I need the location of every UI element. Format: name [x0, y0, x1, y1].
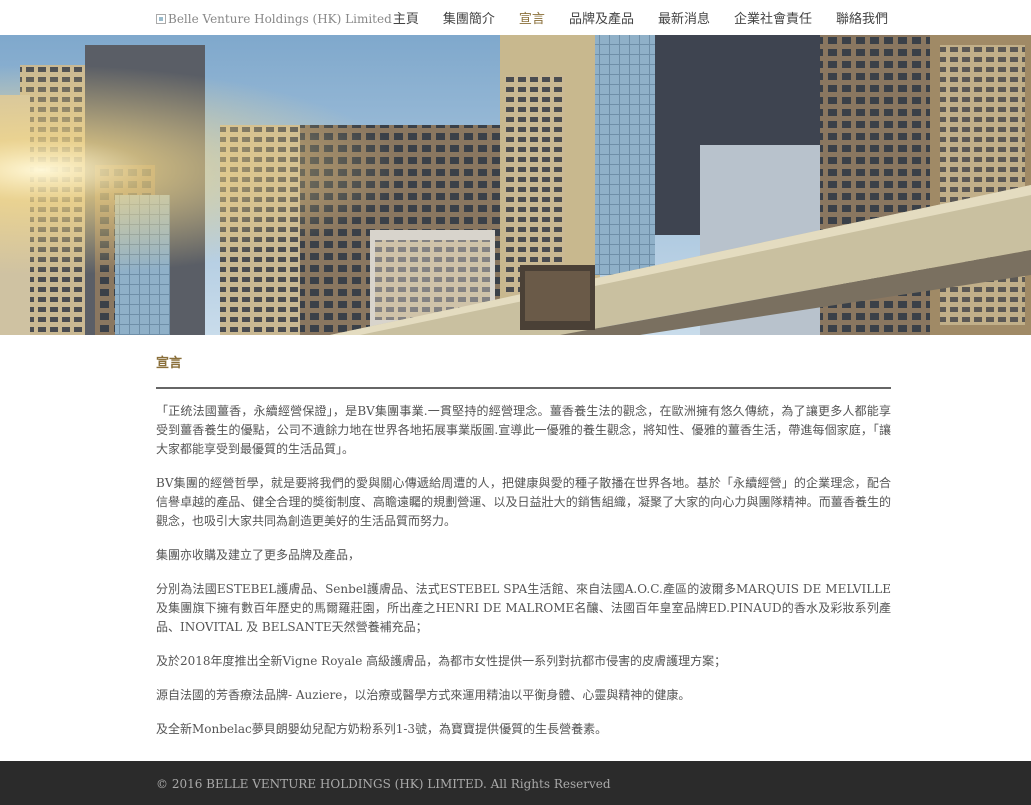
- paragraph-5: 及於2018年度推出全新Vigne Royale 高級護膚品，為都市女性提供一系…: [156, 654, 727, 668]
- copyright-text: © 2016 BELLE VENTURE HOLDINGS (HK) LIMIT…: [156, 777, 611, 791]
- nav-item-csr[interactable]: 企業社會責任: [734, 8, 812, 27]
- nav-item-about[interactable]: 集團簡介: [443, 8, 495, 27]
- city-skyline-image: [0, 35, 1031, 335]
- main-nav: 主頁 集團簡介 宣言 品牌及產品 最新消息 企業社會責任 聯絡我們: [369, 8, 888, 27]
- logo-alt-text: Belle Venture Holdings (HK) Limited: [168, 12, 392, 26]
- main-content: 宣言 「正统法國薑香，永續經營保證」，是BV集團事業.一貫堅持的經營理念。薑香養…: [156, 352, 891, 754]
- nav-item-brands[interactable]: 品牌及產品: [569, 8, 634, 27]
- nav-item-news[interactable]: 最新消息: [658, 8, 710, 27]
- nav-item-manifesto[interactable]: 宣言: [519, 8, 545, 27]
- paragraph-3: 集團亦收購及建立了更多品牌及產品，: [156, 548, 361, 562]
- title-divider: [156, 387, 891, 389]
- nav-item-home[interactable]: 主頁: [393, 8, 419, 27]
- paragraph-7: 及全新Monbelac夢貝朗嬰幼兒配方奶粉系列1-3號，為寶寶提供優質的生長營養…: [156, 722, 608, 736]
- site-header: Belle Venture Holdings (HK) Limited 主頁 集…: [0, 0, 1031, 35]
- paragraph-2: BV集團的經營哲學，就是要將我們的愛與關心傳遞給周遭的人，把健康與愛的種子散播在…: [156, 476, 891, 528]
- logo[interactable]: Belle Venture Holdings (HK) Limited: [156, 12, 392, 26]
- paragraph-1: 「正统法國薑香，永續經營保證」，是BV集團事業.一貫堅持的經營理念。薑香養生法的…: [156, 404, 891, 456]
- site-footer: © 2016 BELLE VENTURE HOLDINGS (HK) LIMIT…: [0, 761, 1031, 805]
- broken-image-icon: [156, 14, 166, 24]
- paragraph-6: 源自法國的芳香療法品牌- Auziere，以治療或醫學方式來運用精油以平衡身體、…: [156, 688, 691, 702]
- nav-item-contact[interactable]: 聯絡我們: [836, 8, 888, 27]
- page-title: 宣言: [156, 356, 183, 371]
- hero-banner: [0, 35, 1031, 335]
- paragraph-4: 分別為法國ESTEBEL護膚品、Senbel護膚品、法式ESTEBEL SPA生…: [156, 582, 891, 634]
